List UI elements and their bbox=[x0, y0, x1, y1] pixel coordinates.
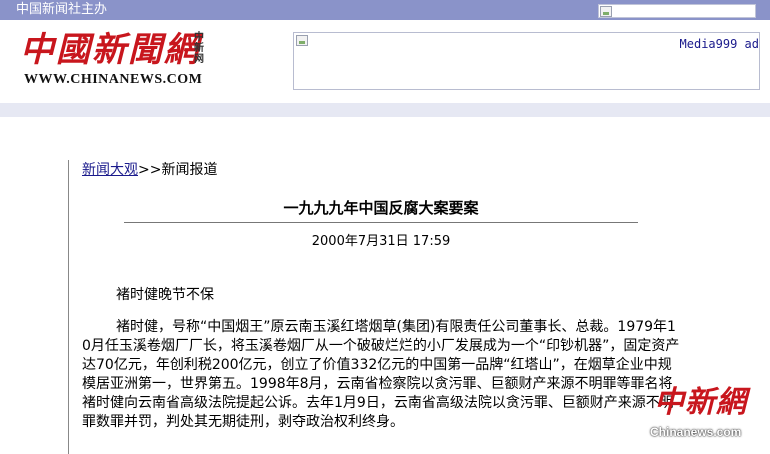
breadcrumb-link-news-overview[interactable]: 新闻大观 bbox=[82, 162, 138, 178]
article-body: 褚时健，号称“中国烟王”原云南玉溪红塔烟草(集团)有限责任公司董事长、总裁。19… bbox=[82, 319, 680, 430]
article-subheading: 褚时健晚节不保 bbox=[116, 287, 214, 303]
broken-image-icon bbox=[296, 35, 308, 46]
title-divider bbox=[124, 222, 638, 223]
breadcrumb: 新闻大观>>新闻报道 bbox=[82, 161, 217, 179]
article-date: 2000年7月31日 17:59 bbox=[311, 234, 451, 249]
site-logo[interactable]: 中國新聞網 中新网 WWW.CHINANEWS.COM bbox=[20, 30, 220, 90]
logo-mini-text: 中新网 bbox=[194, 32, 204, 65]
ad-text: Media999 ad bbox=[679, 37, 759, 51]
watermark-chinese-text: 中新網 bbox=[654, 385, 747, 420]
top-banner: 中国新闻社主办 bbox=[0, 0, 770, 20]
watermark-logo: 中新網 Chinanews.com bbox=[650, 385, 762, 445]
watermark-url-text: Chinanews.com bbox=[650, 425, 742, 439]
banner-image-placeholder[interactable] bbox=[598, 4, 756, 18]
logo-url-text: WWW.CHINANEWS.COM bbox=[24, 72, 203, 87]
breadcrumb-current: 新闻报道 bbox=[161, 162, 218, 178]
content-left-border bbox=[68, 160, 69, 454]
broken-image-icon bbox=[600, 6, 612, 17]
logo-chinese-text: 中國新聞網 bbox=[20, 30, 200, 70]
article-title: 一九九九年中国反腐大案要案 bbox=[283, 199, 479, 217]
ad-banner[interactable]: Media999 ad bbox=[293, 32, 760, 90]
header-divider-stripe bbox=[0, 103, 770, 117]
breadcrumb-separator: >> bbox=[138, 162, 162, 178]
organizer-text: 中国新闻社主办 bbox=[16, 2, 108, 17]
